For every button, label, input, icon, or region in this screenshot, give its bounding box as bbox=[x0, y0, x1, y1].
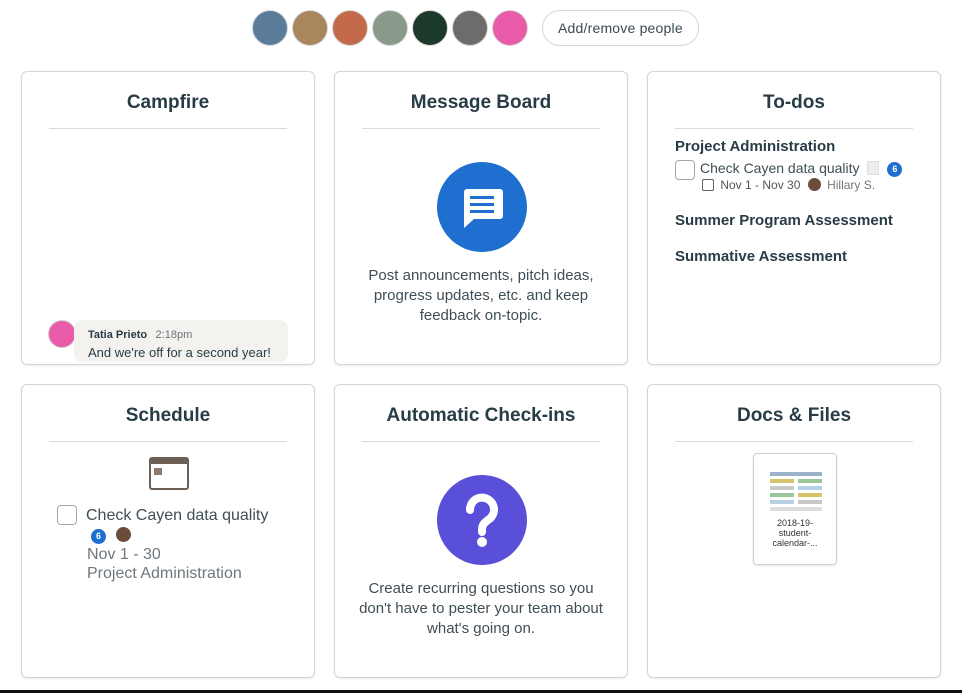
todo-dates: Nov 1 - Nov 30 bbox=[720, 178, 801, 192]
todo-assignee: Hillary S. bbox=[827, 178, 876, 192]
event-dates: Nov 1 - 30 bbox=[87, 546, 161, 563]
card-title: Schedule bbox=[125, 405, 211, 426]
avatar[interactable] bbox=[332, 10, 368, 46]
comment-count-badge: 6 bbox=[887, 162, 903, 177]
calendar-icon bbox=[702, 179, 714, 191]
question-icon bbox=[437, 475, 527, 565]
card-description: Create recurring questions so you don't … bbox=[359, 580, 603, 637]
todos-card[interactable]: To-dos Project Administration Check Caye… bbox=[647, 71, 941, 365]
assignee-avatar bbox=[116, 527, 132, 542]
divider bbox=[49, 128, 287, 129]
event-checkbox[interactable] bbox=[57, 505, 77, 525]
campfire-card[interactable]: Campfire Tatia Prieto 2:18pm And we're o… bbox=[21, 71, 315, 365]
card-title: To-dos bbox=[763, 92, 825, 113]
avatar bbox=[48, 320, 76, 348]
event-badges: 6 bbox=[91, 527, 134, 545]
document-preview-icon bbox=[770, 472, 822, 514]
divider bbox=[675, 128, 913, 129]
avatar[interactable] bbox=[292, 10, 328, 46]
divider bbox=[675, 441, 913, 442]
todo-list-title[interactable]: Summative Assessment bbox=[675, 248, 847, 265]
schedule-card[interactable]: Schedule Check Cayen data quality 6 Nov … bbox=[21, 384, 315, 678]
checkins-card[interactable]: Automatic Check-ins Create recurring que… bbox=[334, 384, 628, 678]
todo-list-title[interactable]: Project Administration bbox=[675, 138, 835, 155]
card-title: Automatic Check-ins bbox=[386, 405, 576, 426]
people-bar: Add/remove people bbox=[252, 10, 699, 46]
avatar[interactable] bbox=[492, 10, 528, 46]
chat-time: 2:18pm bbox=[155, 329, 193, 341]
comment-count-badge: 6 bbox=[91, 529, 106, 544]
card-title: Campfire bbox=[126, 92, 210, 113]
avatar[interactable] bbox=[372, 10, 408, 46]
event-title[interactable]: Check Cayen data quality bbox=[86, 507, 268, 525]
todo-title: Check Cayen data quality bbox=[700, 160, 860, 176]
document-name: 2018-19-student-calendar-... bbox=[772, 518, 818, 548]
card-title: Docs & Files bbox=[736, 405, 852, 426]
add-remove-people-button[interactable]: Add/remove people bbox=[542, 10, 699, 46]
chat-text: And we're off for a second year! bbox=[88, 345, 271, 360]
divider bbox=[49, 441, 287, 442]
message-board-icon bbox=[437, 162, 527, 252]
todo-meta: Nov 1 - Nov 30 Hillary S. bbox=[702, 178, 875, 192]
message-board-card[interactable]: Message Board Post announcements, pitch … bbox=[334, 71, 628, 365]
avatar[interactable] bbox=[252, 10, 288, 46]
card-description: Post announcements, pitch ideas, progres… bbox=[368, 267, 594, 324]
docs-files-card[interactable]: Docs & Files 2018-19-student-calendar-..… bbox=[647, 384, 941, 678]
card-title: Message Board bbox=[410, 92, 552, 113]
note-icon bbox=[867, 161, 880, 175]
chat-bubble: Tatia Prieto 2:18pm And we're off for a … bbox=[74, 320, 288, 362]
chat-author: Tatia Prieto bbox=[88, 329, 148, 341]
todo-text[interactable]: Check Cayen data quality 6 bbox=[700, 160, 903, 177]
assignee-avatar bbox=[807, 178, 821, 191]
document-thumbnail[interactable]: 2018-19-student-calendar-... bbox=[753, 453, 837, 565]
calendar-icon bbox=[149, 457, 189, 490]
divider bbox=[362, 441, 600, 442]
avatar[interactable] bbox=[412, 10, 448, 46]
event-project: Project Administration bbox=[87, 565, 242, 582]
todo-list-title[interactable]: Summer Program Assessment bbox=[675, 212, 893, 229]
divider bbox=[362, 128, 600, 129]
todo-checkbox[interactable] bbox=[675, 160, 695, 180]
avatar[interactable] bbox=[452, 10, 488, 46]
